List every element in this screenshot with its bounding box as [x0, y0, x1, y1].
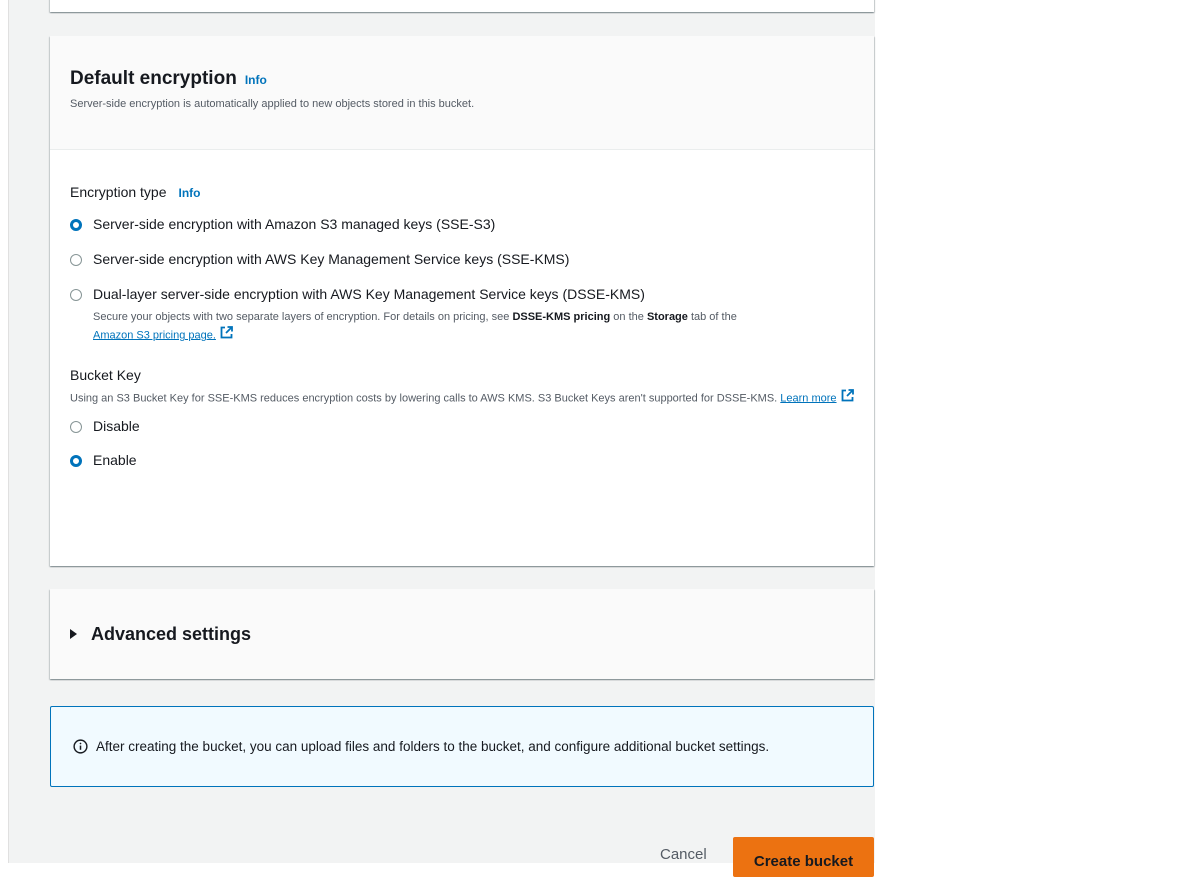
create-bucket-button[interactable]: Create bucket [733, 837, 874, 877]
radio-label: Server-side encryption with AWS Key Mana… [93, 251, 570, 267]
learn-more-link[interactable]: Learn more [780, 392, 836, 404]
external-link-icon[interactable] [841, 389, 854, 408]
previous-section-card [50, 0, 874, 12]
s3-pricing-link[interactable]: Amazon S3 pricing page. [93, 329, 216, 341]
bucket-key-label: Bucket Key [70, 367, 141, 383]
default-encryption-body: Encryption type Info Server-side encrypt… [50, 150, 874, 468]
encryption-type-label: Encryption type [70, 184, 167, 200]
storage-bold: Storage [646, 311, 688, 323]
cancel-button[interactable]: Cancel [648, 846, 719, 863]
bucket-key-section: Bucket Key Using an S3 Bucket Key for SS… [70, 367, 854, 468]
radio-sse-kms[interactable]: Server-side encryption with AWS Key Mana… [70, 251, 854, 267]
bucket-key-description: Using an S3 Bucket Key for SSE-KMS reduc… [70, 389, 854, 408]
external-link-icon[interactable] [220, 326, 233, 345]
dsse-desc-text: Secure your objects with two separate la… [93, 311, 513, 323]
advanced-settings-toggle[interactable]: Advanced settings [50, 589, 874, 679]
bucket-key-desc-text: Using an S3 Bucket Key for SSE-KMS reduc… [70, 392, 781, 405]
radio-sse-s3[interactable]: Server-side encryption with Amazon S3 ma… [70, 216, 854, 232]
section-title: Default encryption [70, 68, 237, 89]
default-encryption-header: Default encryption Info Server-side encr… [50, 36, 874, 150]
radio-unselected-icon[interactable] [70, 421, 82, 433]
radio-unselected-icon[interactable] [70, 254, 82, 266]
radio-label: Enable [93, 452, 137, 468]
dsse-desc-text: on the [610, 311, 647, 323]
radio-label: Dual-layer server-side encryption with A… [93, 286, 645, 302]
radio-bucket-key-disable[interactable]: Disable [70, 418, 854, 434]
radio-unselected-icon[interactable] [70, 289, 82, 301]
section-description: Server-side encryption is automatically … [70, 98, 475, 110]
info-circle-icon [73, 739, 88, 754]
right-panel [875, 0, 1200, 863]
radio-label: Server-side encryption with Amazon S3 ma… [93, 216, 496, 232]
radio-bucket-key-enable[interactable]: Enable [70, 452, 854, 468]
default-encryption-card: Default encryption Info Server-side encr… [50, 36, 874, 566]
dsse-description: Secure your objects with two separate la… [93, 308, 854, 345]
advanced-settings-card: Advanced settings [50, 589, 874, 679]
dsse-pricing-bold: DSSE-KMS pricing [512, 311, 611, 323]
info-link[interactable]: Info [245, 73, 267, 87]
encryption-type-info-link[interactable]: Info [179, 186, 201, 200]
radio-selected-icon[interactable] [70, 219, 82, 231]
dsse-desc-text: tab of the [687, 311, 737, 323]
info-alert: After creating the bucket, you can uploa… [50, 706, 874, 787]
radio-selected-icon[interactable] [70, 455, 82, 467]
section-title-row: Default encryption Info [70, 68, 854, 90]
encryption-type-label-row: Encryption type Info [70, 184, 854, 200]
alert-text: After creating the bucket, you can uploa… [96, 739, 770, 754]
radio-dsse-kms[interactable]: Dual-layer server-side encryption with A… [70, 286, 854, 302]
radio-label: Disable [93, 418, 140, 434]
advanced-settings-label: Advanced settings [91, 623, 252, 644]
caret-right-icon[interactable] [70, 629, 77, 639]
